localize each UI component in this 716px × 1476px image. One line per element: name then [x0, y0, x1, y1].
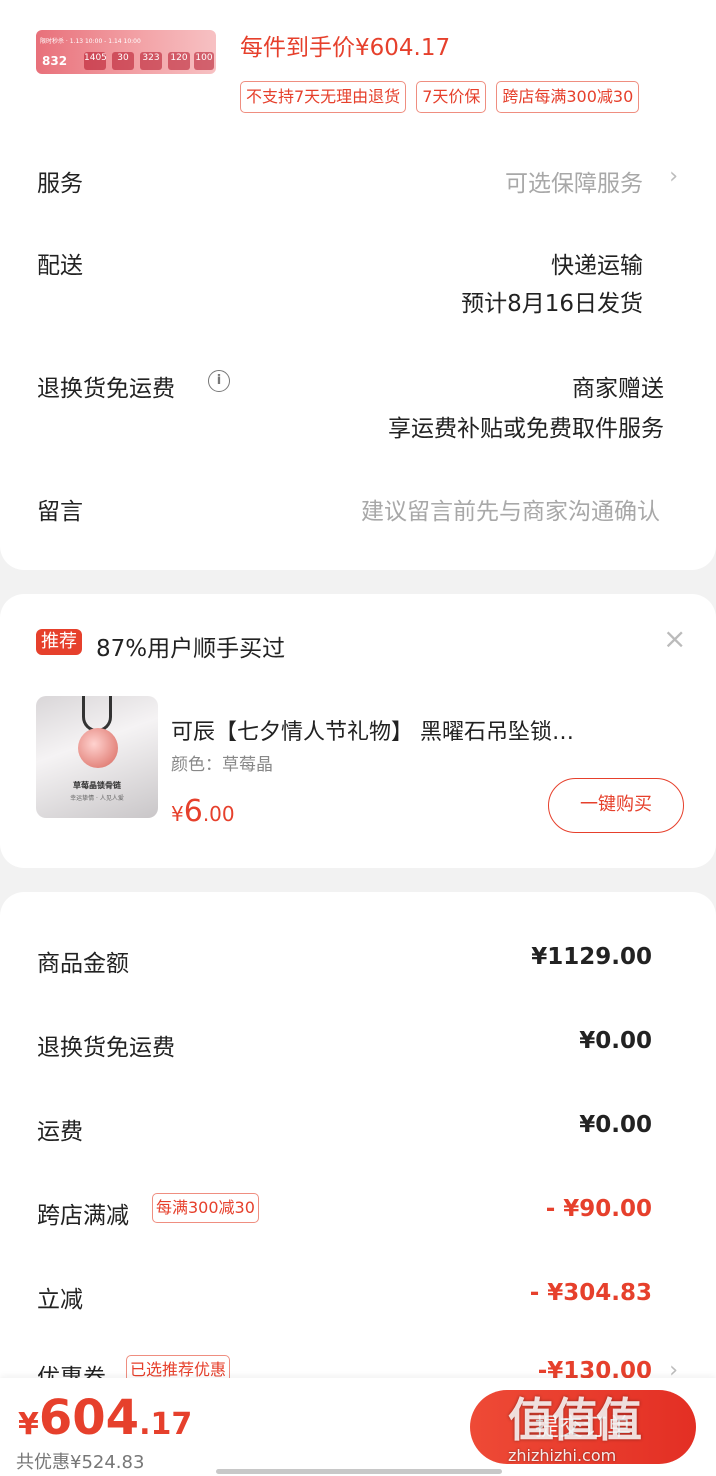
checkout-bar: ¥604.17 共优惠¥524.83 提交订单: [0, 1378, 716, 1476]
thumbnail-chip: 323: [140, 52, 162, 70]
close-icon[interactable]: ×: [663, 622, 686, 655]
recommend-product-image[interactable]: 草莓晶锁骨链 幸运挚情 · 人见人爱: [36, 696, 158, 818]
price-currency: ¥: [171, 802, 184, 826]
recommend-badge: 推荐: [36, 629, 82, 655]
tag-no-return: 不支持7天无理由退货: [240, 81, 407, 113]
summary-label: 立减: [37, 1287, 83, 1313]
recommend-card: 推荐 87%用户顺手买过 × 草莓晶锁骨链 幸运挚情 · 人见人爱 可辰【七夕情…: [0, 594, 716, 868]
summary-row-shipping: 运费 ¥0.00: [0, 1112, 716, 1152]
info-icon[interactable]: i: [208, 370, 230, 392]
recommend-price: ¥6.00: [171, 794, 235, 829]
summary-value: ¥0.00: [579, 1112, 652, 1138]
summary-row-return-shipping: 退换货免运费 ¥0.00: [0, 1028, 716, 1068]
service-value: 可选保障服务: [505, 171, 643, 197]
home-indicator[interactable]: [216, 1469, 502, 1474]
thumbnail-chip: 30: [112, 52, 134, 70]
tag-price-protect: 7天价保: [416, 81, 487, 113]
summary-label: 跨店满减: [37, 1203, 129, 1229]
image-subcaption: 幸运挚情 · 人见人爱: [70, 795, 124, 802]
product-tags: 不支持7天无理由退货 7天价保 跨店每满300减30: [240, 81, 640, 113]
thumbnail-number: 832: [42, 54, 68, 68]
service-label: 服务: [37, 171, 83, 197]
chevron-right-icon: ›: [669, 164, 678, 189]
delivery-label: 配送: [37, 253, 83, 279]
total-price: ¥604.17: [18, 1390, 192, 1446]
summary-row-instant-discount: 立减 - ¥304.83: [0, 1280, 716, 1320]
price-decimal: .00: [202, 802, 235, 826]
thumbnail-chip: 100: [194, 52, 214, 70]
total-saved: 共优惠¥524.83: [16, 1452, 145, 1473]
recommend-title: 87%用户顺手买过: [96, 636, 286, 662]
return-shipping-label: 退换货免运费: [37, 376, 175, 402]
image-caption: 草莓晶锁骨链: [73, 781, 121, 790]
tag-cross-store-discount: 跨店每满300减30: [496, 81, 640, 113]
summary-value: ¥1129.00: [531, 944, 652, 970]
thumbnail-caption: 限时秒杀 · 1.13 10:00 - 1.14 10:00: [40, 38, 141, 45]
submit-order-button[interactable]: 提交订单: [470, 1390, 696, 1464]
message-input[interactable]: 建议留言前先与商家沟通确认: [361, 492, 660, 526]
delivery-method: 快递运输: [551, 253, 643, 279]
summary-value: ¥0.00: [579, 1028, 652, 1054]
product-thumbnail[interactable]: 限时秒杀 · 1.13 10:00 - 1.14 10:00 832 1405 …: [36, 30, 216, 74]
summary-label: 商品金额: [37, 951, 129, 977]
total-integer: 604: [38, 1390, 140, 1446]
price-integer: 6: [183, 794, 203, 829]
total-decimal: .17: [139, 1407, 193, 1442]
recommend-variant: 颜色：草莓晶: [171, 755, 273, 775]
summary-value: - ¥90.00: [545, 1196, 652, 1222]
necklace-cord: [82, 696, 112, 732]
total-currency: ¥: [18, 1407, 39, 1442]
summary-label: 退换货免运费: [37, 1035, 175, 1061]
summary-value: - ¥304.83: [529, 1280, 652, 1306]
summary-row-cross-store-discount: 跨店满减 每满300减30 - ¥90.00: [0, 1193, 716, 1236]
delivery-eta: 预计8月16日发货: [461, 291, 643, 317]
summary-tag: 每满300减30: [152, 1193, 259, 1223]
pendant-bead: [78, 728, 118, 768]
recommend-product-name[interactable]: 可辰【七夕情人节礼物】 黑曜石吊坠锁…: [171, 714, 574, 746]
one-click-buy-button[interactable]: 一键购买: [548, 778, 684, 833]
return-shipping-detail: 享运费补贴或免费取件服务: [388, 416, 664, 442]
message-label: 留言: [37, 499, 83, 525]
summary-row-goods-amount: 商品金额 ¥1129.00: [0, 944, 716, 984]
thumbnail-chip: 1405: [84, 52, 107, 70]
summary-label: 运费: [37, 1119, 83, 1145]
return-shipping-value: 商家赠送: [572, 376, 664, 402]
unit-final-price: 每件到手价¥604.17: [240, 35, 451, 61]
thumbnail-chip: 120: [168, 52, 190, 70]
order-info-card: 限时秒杀 · 1.13 10:00 - 1.14 10:00 832 1405 …: [0, 0, 716, 570]
